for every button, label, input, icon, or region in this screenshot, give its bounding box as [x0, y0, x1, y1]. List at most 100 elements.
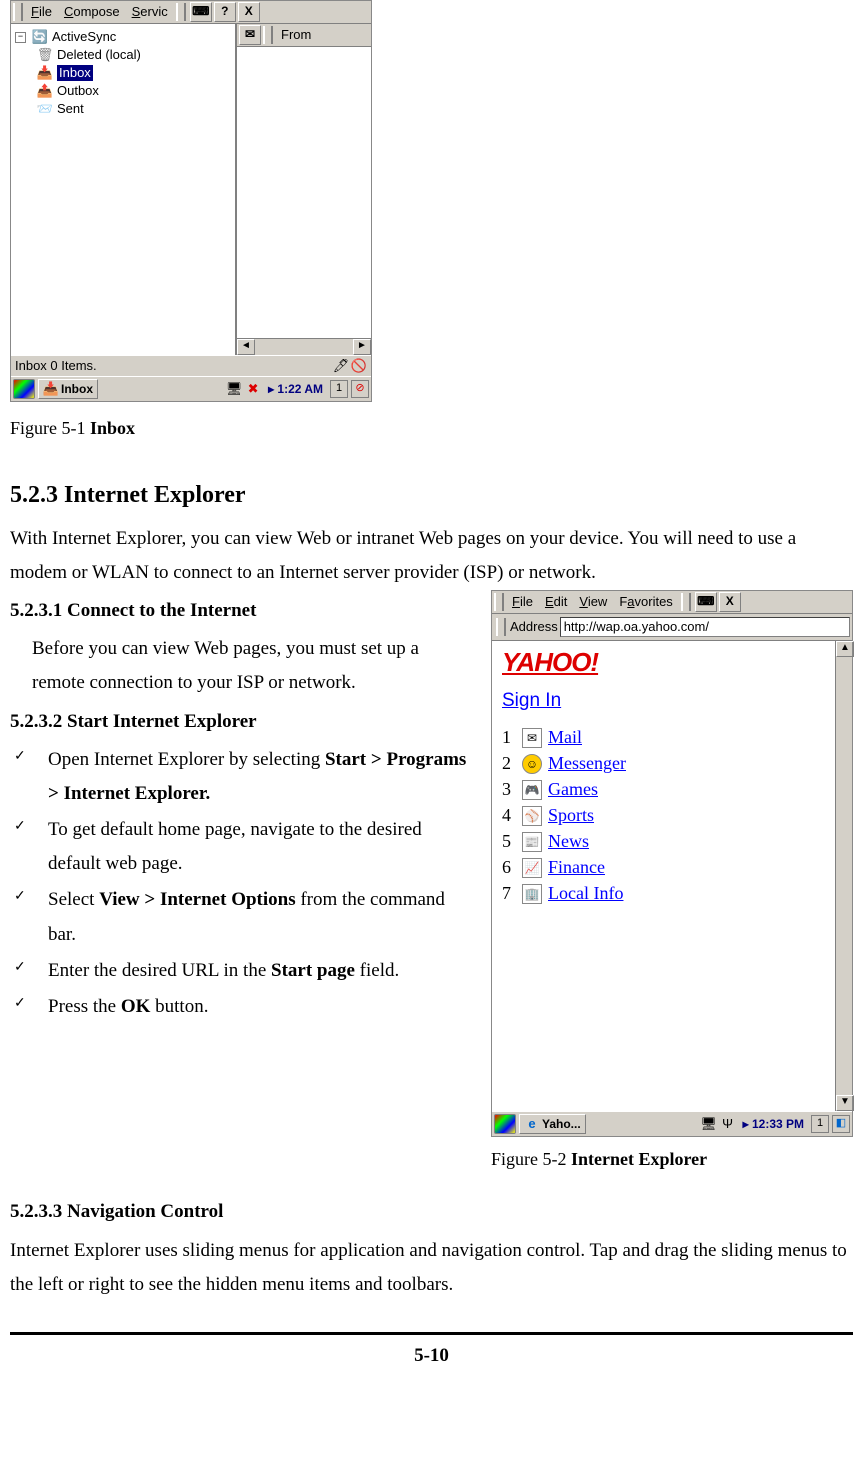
- check-icon: ✓: [14, 954, 48, 981]
- status-bar: Inbox 0 Items. 🖊 🚫: [11, 355, 371, 376]
- scroll-left-icon[interactable]: ◄: [237, 339, 255, 355]
- desktop-icon[interactable]: 🖥: [226, 381, 242, 397]
- tray-icon[interactable]: ◧: [832, 1115, 850, 1133]
- sports-icon: ⚾: [522, 806, 542, 826]
- horizontal-scrollbar[interactable]: ◄ ►: [237, 338, 371, 355]
- menu-file[interactable]: File: [506, 592, 539, 612]
- column-from[interactable]: From: [275, 25, 317, 45]
- games-icon: 🎮: [522, 780, 542, 800]
- list-header: ✉ From: [237, 24, 371, 47]
- item-number: 3: [502, 779, 516, 801]
- list-item: ✓To get default home page, navigate to t…: [14, 813, 471, 881]
- subsection-1-title: 5.2.3.1 Connect to the Internet: [10, 594, 471, 628]
- taskbar-app-button[interactable]: 📥Inbox: [38, 379, 98, 399]
- tool-icon: 🖊: [333, 358, 349, 374]
- list-item: ✓Press the OK button.: [14, 990, 471, 1024]
- tree-item-sent[interactable]: Sent: [57, 101, 84, 117]
- item-number: 6: [502, 857, 516, 879]
- section-intro: With Internet Explorer, you can view Web…: [10, 522, 853, 590]
- trash-icon: 🗑: [37, 47, 53, 63]
- inbox-icon: 📥: [43, 381, 59, 397]
- check-icon: ✓: [14, 990, 48, 1017]
- message-list[interactable]: [237, 47, 371, 338]
- grip-icon: [13, 3, 23, 21]
- tree-root-label[interactable]: ActiveSync: [52, 29, 116, 45]
- tree-item-outbox[interactable]: Outbox: [57, 83, 99, 99]
- scroll-up-icon[interactable]: ▲: [836, 641, 854, 657]
- scroll-down-icon[interactable]: ▼: [836, 1095, 854, 1111]
- desktop-icon[interactable]: 🖥: [701, 1116, 717, 1132]
- item-number: 2: [502, 753, 516, 775]
- address-bar: Address http://wap.oa.yahoo.com/: [492, 614, 852, 641]
- clock[interactable]: ▸ 1:22 AM: [268, 382, 323, 396]
- link-messenger[interactable]: Messenger: [548, 753, 626, 775]
- mail-icon: ✉: [522, 728, 542, 748]
- sent-icon: 📨: [37, 101, 53, 117]
- item-number: 4: [502, 805, 516, 827]
- tree-item-inbox[interactable]: Inbox: [57, 65, 93, 81]
- item-number: 1: [502, 727, 516, 749]
- menu-favorites[interactable]: Favorites: [613, 592, 678, 612]
- browser-viewport[interactable]: YAHOO! Sign In 1 ✉ Mail 2 ☺ Messenger 3 🎮 Game…: [492, 641, 835, 1111]
- start-button[interactable]: [13, 379, 35, 399]
- help-button[interactable]: ?: [214, 2, 236, 22]
- link-mail[interactable]: Mail: [548, 727, 582, 749]
- taskbar-app-button[interactable]: eYaho...: [519, 1114, 586, 1134]
- menu-edit[interactable]: Edit: [539, 592, 573, 612]
- address-label: Address: [510, 619, 558, 635]
- tray-icon[interactable]: ⊘: [351, 380, 369, 398]
- tray-icon[interactable]: 1: [811, 1115, 829, 1133]
- expander-icon[interactable]: −: [15, 32, 26, 43]
- subsection-3-title: 5.2.3.3 Navigation Control: [10, 1195, 853, 1229]
- subsection-3-text: Internet Explorer uses sliding menus for…: [10, 1234, 853, 1302]
- link-local-info[interactable]: Local Info: [548, 883, 623, 905]
- ie-menubar: File Edit View Favorites ⌨ X: [492, 591, 852, 614]
- folder-tree[interactable]: − 🔄 ActiveSync 🗑Deleted (local) 📥Inbox 📤…: [11, 24, 237, 355]
- outbox-icon: 📤: [37, 83, 53, 99]
- close-button[interactable]: X: [238, 2, 260, 22]
- grip-icon: [681, 593, 691, 611]
- antenna-icon: Ψ: [720, 1116, 736, 1132]
- check-icon: ✓: [14, 813, 48, 840]
- link-news[interactable]: News: [548, 831, 589, 853]
- section-heading: 5.2.3 Internet Explorer: [10, 474, 853, 517]
- status-icons: 🖊 🚫: [333, 358, 367, 374]
- close-button[interactable]: X: [719, 592, 741, 612]
- menu-file[interactable]: FFileile: [25, 2, 58, 22]
- address-input[interactable]: http://wap.oa.yahoo.com/: [560, 617, 850, 637]
- yahoo-logo[interactable]: YAHOO!: [502, 647, 825, 678]
- tree-item-deleted[interactable]: Deleted (local): [57, 47, 141, 63]
- menu-view[interactable]: View: [573, 592, 613, 612]
- menu-service[interactable]: Servic: [126, 2, 174, 22]
- finance-icon: 📈: [522, 858, 542, 878]
- link-games[interactable]: Games: [548, 779, 598, 801]
- grip-icon: [176, 3, 186, 21]
- menu-compose[interactable]: Compose: [58, 2, 126, 22]
- inbox-screenshot: FFileile Compose Servic ⌨ ? X − 🔄 Active…: [10, 0, 372, 402]
- figure-caption-1: Figure 5-1 Inbox: [10, 412, 853, 444]
- signin-link[interactable]: Sign In: [502, 690, 561, 713]
- item-number: 5: [502, 831, 516, 853]
- envelope-icon[interactable]: ✉: [239, 25, 261, 45]
- link-finance[interactable]: Finance: [548, 857, 605, 879]
- keyboard-icon[interactable]: ⌨: [695, 592, 717, 612]
- list-item: ✓Select View > Internet Options from the…: [14, 883, 471, 951]
- clock[interactable]: ▸ 12:33 PM: [743, 1117, 804, 1131]
- list-item: ✓Enter the desired URL in the Start page…: [14, 954, 471, 988]
- scroll-right-icon[interactable]: ►: [353, 339, 371, 355]
- vertical-scrollbar[interactable]: ▲ ▼: [835, 641, 852, 1111]
- check-icon: ✓: [14, 743, 48, 770]
- start-button[interactable]: [494, 1114, 516, 1134]
- tray-icon[interactable]: 1: [330, 380, 348, 398]
- ie-icon: e: [524, 1116, 540, 1132]
- subsection-2-title: 5.2.3.2 Start Internet Explorer: [10, 705, 471, 739]
- item-number: 7: [502, 883, 516, 905]
- link-sports[interactable]: Sports: [548, 805, 594, 827]
- activesync-icon: 🔄: [32, 29, 48, 45]
- no-entry-icon: 🚫: [351, 358, 367, 374]
- keyboard-icon[interactable]: ⌨: [190, 2, 212, 22]
- ie-screenshot: File Edit View Favorites ⌨ X Address htt…: [491, 590, 853, 1137]
- messenger-icon: ☺: [522, 754, 542, 774]
- taskbar: eYaho... 🖥 Ψ ▸ 12:33 PM 1 ◧: [492, 1111, 852, 1136]
- bullet-list: ✓Open Internet Explorer by selecting Sta…: [14, 743, 471, 1025]
